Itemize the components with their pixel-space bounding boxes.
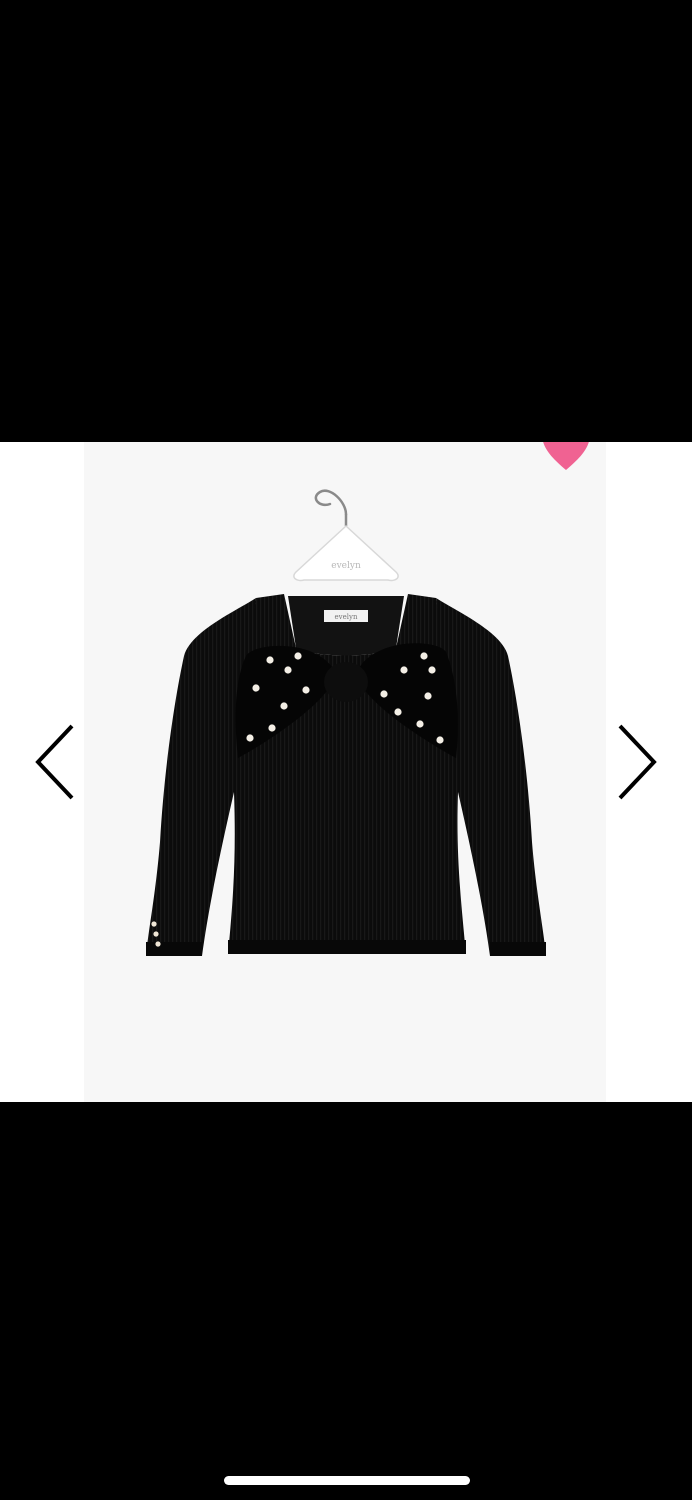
image-viewer[interactable]: evelyn evelyn (0, 442, 692, 1102)
home-indicator[interactable] (224, 1476, 470, 1485)
sweater: evelyn (146, 594, 546, 956)
hanger-brand-text: evelyn (331, 561, 361, 571)
top-letterbox (0, 0, 692, 442)
previous-image-button[interactable] (26, 712, 86, 812)
next-image-button[interactable] (606, 712, 666, 812)
product-photo: evelyn evelyn (84, 442, 606, 1102)
chevron-left-icon (35, 724, 74, 800)
favorite-button[interactable] (542, 442, 590, 470)
bottom-letterbox (0, 1102, 692, 1500)
garment-label-text: evelyn (335, 613, 358, 621)
screen: evelyn evelyn (0, 0, 692, 1500)
heart-icon (543, 442, 589, 470)
chevron-right-icon (618, 724, 657, 800)
